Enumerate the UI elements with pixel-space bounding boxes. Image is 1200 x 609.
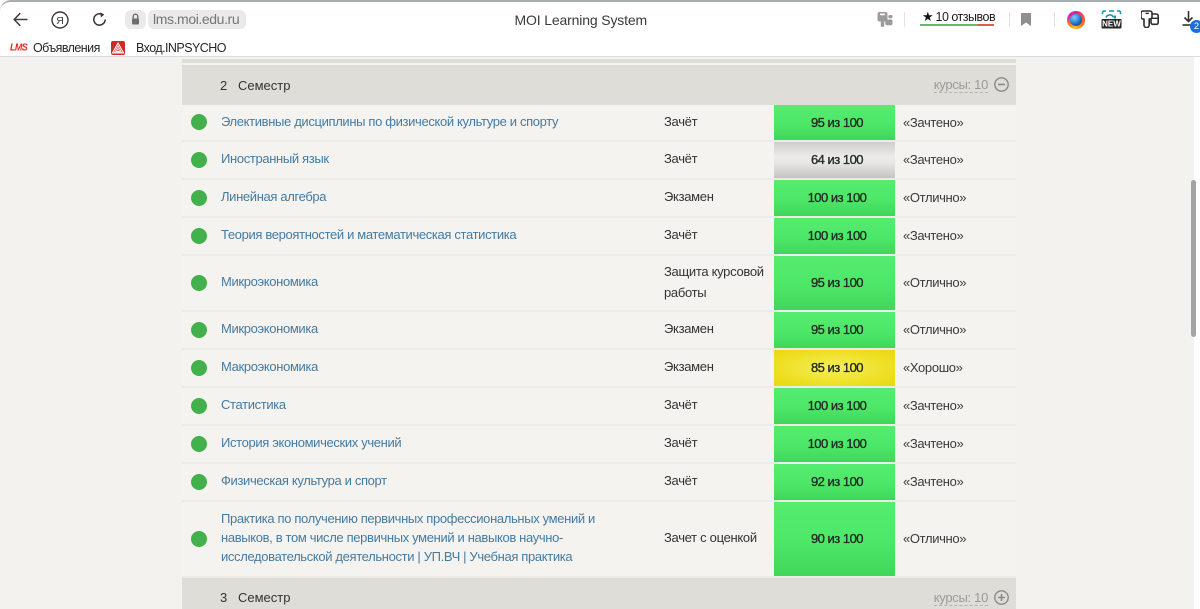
svg-text:Я: Я [56,15,64,27]
svg-text:NEW: NEW [1102,20,1121,29]
